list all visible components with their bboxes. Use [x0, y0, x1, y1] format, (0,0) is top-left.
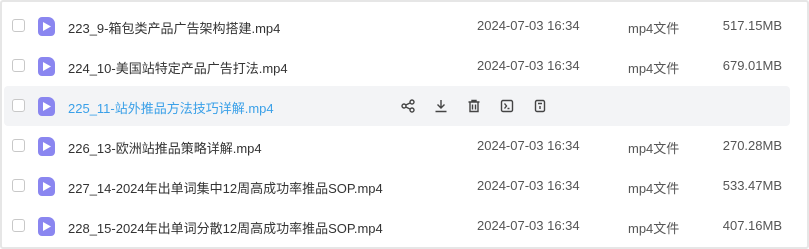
file-size: 407.16MB [722, 218, 782, 233]
row-checkbox[interactable] [12, 59, 25, 72]
video-file-icon [38, 137, 55, 156]
video-file-icon [38, 177, 55, 196]
file-name[interactable]: 227_14-2024年出单词集中12周高成功率推品SOP.mp4 [68, 178, 383, 197]
file-size: 533.47MB [722, 178, 782, 193]
file-type: mp4文件 [628, 61, 680, 76]
file-row[interactable]: 226_13-欧洲站推品策略详解.mp4 2024-07-03 16:34 mp… [2, 126, 802, 166]
file-name[interactable]: 225_11-站外推品方法技巧详解.mp4 [68, 98, 274, 117]
video-file-icon [38, 97, 55, 116]
share-icon[interactable] [400, 98, 416, 114]
file-date: 2024-07-03 16:34 [477, 178, 580, 193]
file-row[interactable]: 228_15-2024年出单词分散12周高成功率推品SOP.mp4 2024-0… [2, 206, 802, 246]
file-name[interactable]: 224_10-美国站特定产品广告打法.mp4 [68, 58, 288, 77]
file-name[interactable]: 223_9-箱包类产品广告架构搭建.mp4 [68, 18, 280, 37]
row-checkbox[interactable] [12, 179, 25, 192]
video-file-icon [38, 17, 55, 36]
file-name[interactable]: 228_15-2024年出单词分散12周高成功率推品SOP.mp4 [68, 218, 383, 237]
info-icon[interactable] [532, 98, 548, 114]
row-actions [400, 98, 565, 114]
file-date: 2024-07-03 16:34 [477, 18, 580, 33]
file-row[interactable]: 227_14-2024年出单词集中12周高成功率推品SOP.mp4 2024-0… [2, 166, 802, 206]
file-row-hovered[interactable]: 225_11-站外推品方法技巧详解.mp4 [2, 86, 802, 126]
file-type: mp4文件 [628, 21, 680, 36]
row-checkbox[interactable] [12, 19, 25, 32]
file-name[interactable]: 226_13-欧洲站推品策略详解.mp4 [68, 138, 262, 157]
row-checkbox[interactable] [12, 139, 25, 152]
file-row[interactable]: 223_9-箱包类产品广告架构搭建.mp4 2024-07-03 16:34 m… [2, 6, 802, 46]
file-size: 517.15MB [722, 18, 782, 33]
download-icon[interactable] [433, 98, 449, 114]
file-row[interactable]: 224_10-美国站特定产品广告打法.mp4 2024-07-03 16:34 … [2, 46, 802, 86]
file-list: 223_9-箱包类产品广告架构搭建.mp4 2024-07-03 16:34 m… [2, 6, 802, 246]
video-file-icon [38, 57, 55, 76]
file-date: 2024-07-03 16:34 [477, 138, 580, 153]
delete-icon[interactable] [466, 98, 482, 114]
file-date: 2024-07-03 16:34 [477, 58, 580, 73]
file-type: mp4文件 [628, 141, 680, 156]
file-list-panel: 223_9-箱包类产品广告架构搭建.mp4 2024-07-03 16:34 m… [0, 0, 809, 249]
rename-icon[interactable] [499, 98, 515, 114]
file-size: 270.28MB [722, 138, 782, 153]
file-date: 2024-07-03 16:34 [477, 218, 580, 233]
row-checkbox[interactable] [12, 99, 25, 112]
video-file-icon [38, 217, 55, 236]
file-type: mp4文件 [628, 221, 680, 236]
row-checkbox[interactable] [12, 219, 25, 232]
file-size: 679.01MB [722, 58, 782, 73]
file-type: mp4文件 [628, 181, 680, 196]
